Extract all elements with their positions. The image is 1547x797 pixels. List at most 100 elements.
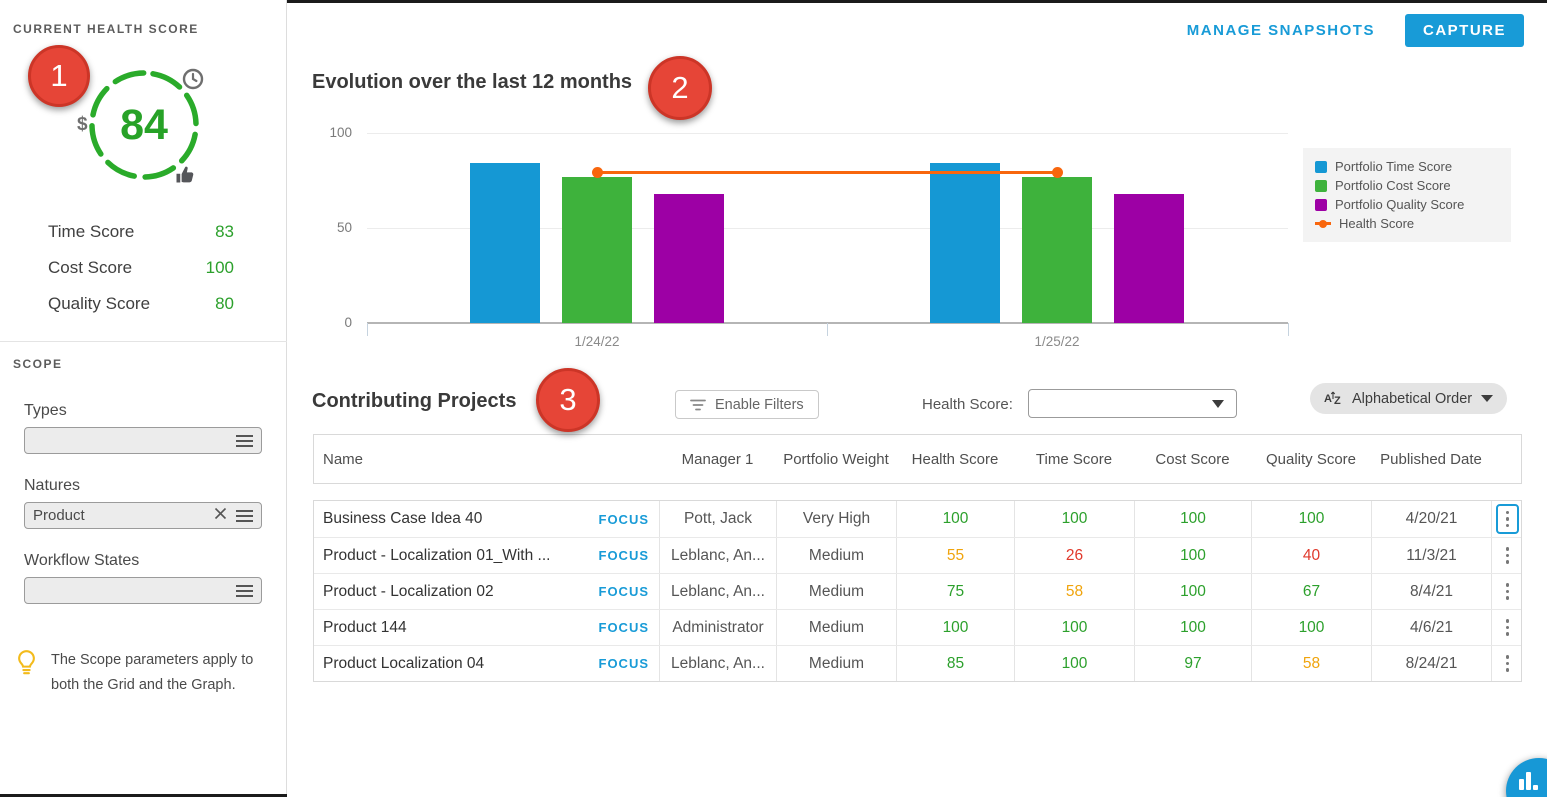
score-row: Cost Score100 bbox=[48, 258, 234, 278]
focus-link[interactable]: FOCUS bbox=[599, 620, 650, 635]
scope-filter-input[interactable] bbox=[24, 427, 262, 454]
column-header-cost-score[interactable]: Cost Score bbox=[1134, 450, 1251, 469]
time-score-cell: 58 bbox=[1014, 574, 1134, 609]
portfolio-health-dashboard: { "sidebar": { "health_title": "CURRENT … bbox=[0, 0, 1547, 797]
column-header-health-score[interactable]: Health Score bbox=[896, 450, 1014, 469]
column-header-published-date[interactable]: Published Date bbox=[1371, 450, 1491, 469]
health-score-gauge: 84 $ bbox=[85, 66, 203, 184]
project-name: Product Localization 04 bbox=[323, 655, 484, 673]
cost-score-cell: 100 bbox=[1134, 574, 1251, 609]
project-name-cell: Business Case Idea 40 FOCUS bbox=[314, 501, 659, 537]
score-value: 80 bbox=[215, 294, 234, 314]
table-row[interactable]: Product - Localization 02FOCUSLeblanc, A… bbox=[314, 573, 1521, 609]
legend-label: Health Score bbox=[1339, 216, 1414, 231]
column-header-quality-score[interactable]: Quality Score bbox=[1251, 450, 1371, 469]
project-name: Product - Localization 01_With ... bbox=[323, 547, 550, 565]
row-menu-button[interactable] bbox=[1506, 547, 1510, 564]
capture-button[interactable]: CAPTURE bbox=[1405, 14, 1524, 47]
row-actions-cell bbox=[1491, 574, 1523, 609]
y-tick-label: 100 bbox=[304, 125, 352, 140]
scope-title: SCOPE bbox=[13, 357, 63, 371]
portfolio-weight-cell: Medium bbox=[776, 538, 896, 573]
scope-filter-natures: NaturesProduct bbox=[24, 477, 262, 529]
manage-snapshots-link[interactable]: MANAGE SNAPSHOTS bbox=[1187, 22, 1375, 39]
scope-filter-input[interactable]: Product bbox=[24, 502, 262, 529]
current-health-score-title: CURRENT HEALTH SCORE bbox=[13, 22, 199, 36]
table-row[interactable]: Product 144FOCUSAdministratorMedium10010… bbox=[314, 609, 1521, 645]
column-header-portfolio-weight[interactable]: Portfolio Weight bbox=[776, 450, 896, 469]
project-name-cell: Product - Localization 02FOCUS bbox=[314, 574, 659, 609]
chevron-down-icon bbox=[1212, 400, 1224, 408]
cost-score-cell: 100 bbox=[1134, 501, 1251, 537]
list-picker-icon[interactable] bbox=[236, 435, 253, 447]
row-actions-cell bbox=[1491, 646, 1523, 681]
project-name-cell: Product - Localization 01_With ... FOCUS bbox=[314, 538, 659, 573]
table-row[interactable]: Product Localization 04 FOCUS Leblanc, An.… bbox=[314, 645, 1521, 681]
kebab-icon bbox=[1506, 655, 1510, 672]
portfolio-weight-cell: Medium bbox=[776, 610, 896, 645]
bar-portfolio-cost-score bbox=[1022, 177, 1092, 323]
score-row: Quality Score80 bbox=[48, 294, 234, 314]
scope-filter-value: Product bbox=[33, 507, 205, 524]
health-score-filter-dropdown[interactable] bbox=[1028, 389, 1237, 418]
project-name-cell: Product 144 FOCUS bbox=[314, 610, 659, 645]
scope-filter-input[interactable] bbox=[24, 577, 262, 604]
column-header-name[interactable]: Name bbox=[314, 450, 659, 469]
gridline bbox=[367, 133, 1288, 134]
focus-link[interactable]: FOCUS bbox=[599, 512, 650, 527]
x-tick-label: 1/24/22 bbox=[537, 334, 657, 349]
health-score-cell: 55 bbox=[896, 538, 1014, 573]
health-score-filter-label: Health Score: bbox=[922, 396, 1013, 413]
legend-line-swatch bbox=[1315, 222, 1331, 225]
legend-label: Portfolio Cost Score bbox=[1335, 178, 1451, 193]
kebab-icon bbox=[1506, 583, 1510, 600]
row-menu-button[interactable] bbox=[1506, 655, 1510, 672]
focus-link[interactable]: FOCUS bbox=[599, 656, 650, 671]
published-date-cell: 8/24/21 bbox=[1371, 646, 1491, 681]
chart-legend: Portfolio Time Score Portfolio Cost Score… bbox=[1303, 148, 1511, 242]
row-menu-button[interactable] bbox=[1506, 619, 1510, 636]
table-row[interactable]: Product - Localization 01_With ...FOCUSL… bbox=[314, 537, 1521, 573]
health-score-cell: 100 bbox=[896, 610, 1014, 645]
project-name: Product 144 bbox=[323, 619, 407, 637]
kebab-icon bbox=[1506, 547, 1510, 564]
project-name: Business Case Idea 40 bbox=[323, 510, 482, 528]
list-picker-icon[interactable] bbox=[236, 510, 253, 522]
cost-score-cell: 100 bbox=[1134, 538, 1251, 573]
row-menu-button[interactable] bbox=[1496, 504, 1520, 535]
column-header-time-score[interactable]: Time Score bbox=[1014, 450, 1134, 469]
published-date-cell: 4/6/21 bbox=[1371, 610, 1491, 645]
y-tick-label: 50 bbox=[304, 220, 352, 235]
score-label: Time Score bbox=[48, 222, 134, 242]
chart-fab-button[interactable] bbox=[1506, 758, 1547, 797]
manager-cell: Leblanc, An... bbox=[659, 646, 776, 681]
chart-title: Evolution over the last 12 months bbox=[312, 71, 632, 94]
evolution-chart: 1/24/221/25/22 bbox=[367, 133, 1288, 323]
health-score-cell: 85 bbox=[896, 646, 1014, 681]
annotation-badge-2: 2 bbox=[648, 56, 712, 120]
clock-icon bbox=[181, 67, 205, 91]
kebab-icon bbox=[1506, 619, 1510, 636]
published-date-cell: 4/20/21 bbox=[1371, 501, 1491, 537]
published-date-cell: 8/4/21 bbox=[1371, 574, 1491, 609]
table-row[interactable]: Business Case Idea 40FOCUSPott, JackVery… bbox=[314, 501, 1521, 537]
focus-link[interactable]: FOCUS bbox=[599, 584, 650, 599]
legend-item: Portfolio Cost Score bbox=[1315, 178, 1499, 193]
sort-order-button[interactable]: A Z Alphabetical Order bbox=[1310, 383, 1507, 414]
score-value: 83 bbox=[215, 222, 234, 242]
list-picker-icon[interactable] bbox=[236, 585, 253, 597]
bar-portfolio-time-score bbox=[470, 163, 540, 323]
quality-score-cell: 100 bbox=[1251, 501, 1371, 537]
enable-filters-button[interactable]: Enable Filters bbox=[675, 390, 819, 419]
sort-order-label: Alphabetical Order bbox=[1352, 391, 1472, 407]
x-tick-label: 1/25/22 bbox=[997, 334, 1117, 349]
column-header-manager-1[interactable]: Manager 1 bbox=[659, 450, 776, 469]
legend-item: Portfolio Time Score bbox=[1315, 159, 1499, 174]
kebab-icon bbox=[1506, 511, 1510, 528]
score-value: 100 bbox=[206, 258, 234, 278]
score-row: Time Score 83 bbox=[48, 222, 234, 242]
bar-portfolio-time-score bbox=[930, 163, 1000, 323]
clear-icon[interactable] bbox=[214, 507, 227, 525]
row-menu-button[interactable] bbox=[1506, 583, 1510, 600]
focus-link[interactable]: FOCUS bbox=[599, 548, 650, 563]
